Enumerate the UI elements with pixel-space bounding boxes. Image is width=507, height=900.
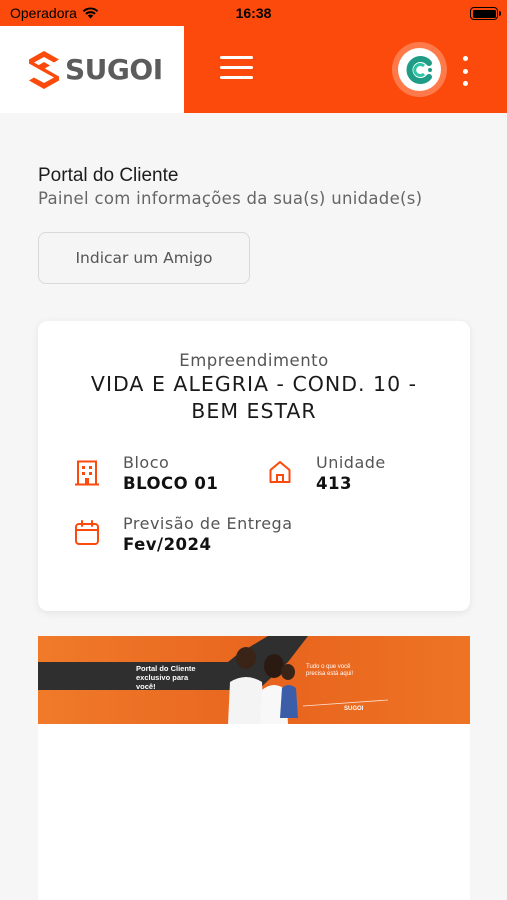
- unit-info: Unidade 413: [316, 453, 386, 493]
- banner-graphic: [38, 636, 470, 724]
- property-card: Empreendimento VIDA E ALEGRIA - COND. 10…: [38, 321, 470, 611]
- page-title: Portal do Cliente: [38, 165, 179, 186]
- page-subtitle: Painel com informações da sua(s) unidade…: [38, 189, 423, 208]
- logo[interactable]: SUGOI: [0, 26, 184, 113]
- unit-label: Unidade: [316, 453, 386, 472]
- menu-icon: [220, 56, 253, 79]
- sugoi-logo-icon: [29, 50, 59, 89]
- logo-text: SUGOI: [65, 53, 163, 86]
- avatar-button[interactable]: [392, 42, 447, 97]
- more-vertical-icon: [462, 56, 468, 61]
- menu-button[interactable]: [220, 56, 253, 82]
- banner-headline: Portal do Cliente exclusivo para você!: [136, 664, 196, 691]
- block-value: BLOCO 01: [123, 474, 219, 493]
- project-name: VIDA E ALEGRIA - COND. 10 - BEM ESTAR: [90, 372, 418, 423]
- block-label: Bloco: [123, 453, 170, 472]
- status-bar: Operadora 16:38: [0, 0, 507, 26]
- unit-value: 413: [316, 474, 352, 493]
- app-header: SUGOI: [0, 26, 507, 113]
- clock: 16:38: [235, 5, 272, 21]
- delivery-label: Previsão de Entrega: [123, 514, 293, 533]
- more-options-button[interactable]: [458, 56, 472, 86]
- project-label: Empreendimento: [179, 351, 329, 370]
- banner-tagline: Tudo o que você precisa está aqui!: [306, 664, 354, 677]
- promo-banner[interactable]: Portal do Cliente exclusivo para você! T…: [38, 636, 470, 724]
- building-icon: [75, 460, 99, 486]
- delivery-value: Fev/2024: [123, 535, 212, 554]
- banner-logo: SUGOI: [344, 706, 364, 712]
- delivery-info: Previsão de Entrega Fev/2024: [123, 514, 293, 554]
- battery-icon: [470, 7, 501, 20]
- content-area: [38, 724, 470, 900]
- avatar-icon: [406, 55, 432, 84]
- block-info: Bloco BLOCO 01: [123, 453, 218, 493]
- home-icon: [269, 461, 291, 483]
- refer-friend-button[interactable]: Indicar um Amigo: [38, 232, 250, 284]
- calendar-icon: [75, 520, 99, 545]
